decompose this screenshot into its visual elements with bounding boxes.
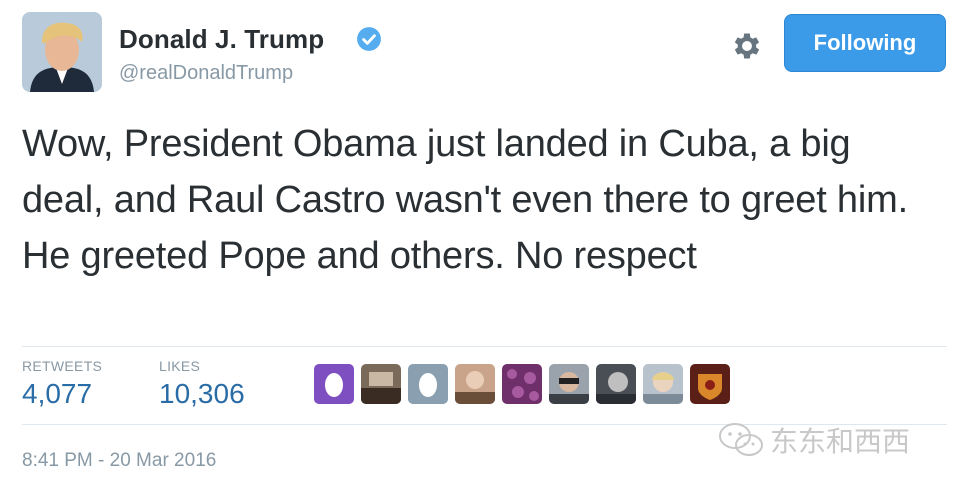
likers-avatar-list <box>314 364 730 404</box>
liker-avatar[interactable] <box>361 364 401 404</box>
following-button[interactable]: Following <box>784 14 946 72</box>
liker-avatar[interactable] <box>314 364 354 404</box>
tweet-text: Wow, President Obama just landed in Cuba… <box>22 123 908 277</box>
liker-avatar[interactable] <box>596 364 636 404</box>
likes-stat[interactable]: LIKES 10,306 <box>159 358 245 410</box>
liker-photo <box>549 364 589 404</box>
author-display-name[interactable]: Donald J. Trump <box>119 24 324 55</box>
likes-label: LIKES <box>159 358 201 374</box>
wechat-icon <box>719 423 763 456</box>
liker-photo <box>361 364 401 404</box>
liker-crest <box>690 364 730 404</box>
tweet-timestamp[interactable]: 8:41 PM - 20 Mar 2016 <box>22 450 216 472</box>
author-avatar[interactable] <box>22 12 102 92</box>
liker-avatar[interactable] <box>690 364 730 404</box>
liker-avatar[interactable] <box>408 364 448 404</box>
liker-pattern <box>502 364 542 404</box>
stats-top-divider <box>22 346 947 347</box>
retweets-count: 4,077 <box>22 378 93 409</box>
default-egg-icon <box>314 364 354 404</box>
default-egg-icon <box>408 364 448 404</box>
liker-photo <box>596 364 636 404</box>
wechat-watermark: 东东和西西 <box>718 420 910 460</box>
liker-photo <box>643 364 683 404</box>
likes-count: 10,306 <box>159 378 245 409</box>
verified-badge-icon <box>357 27 381 51</box>
retweets-stat[interactable]: RETWEETS 4,077 <box>22 358 102 410</box>
liker-avatar[interactable] <box>549 364 589 404</box>
avatar-image <box>22 12 102 92</box>
liker-avatar[interactable] <box>502 364 542 404</box>
liker-avatar[interactable] <box>643 364 683 404</box>
gear-icon[interactable] <box>730 29 764 63</box>
author-handle[interactable]: @realDonaldTrump <box>119 62 293 85</box>
liker-photo <box>455 364 495 404</box>
liker-avatar[interactable] <box>455 364 495 404</box>
retweets-label: RETWEETS <box>22 358 103 374</box>
watermark-text: 东东和西西 <box>770 425 911 458</box>
